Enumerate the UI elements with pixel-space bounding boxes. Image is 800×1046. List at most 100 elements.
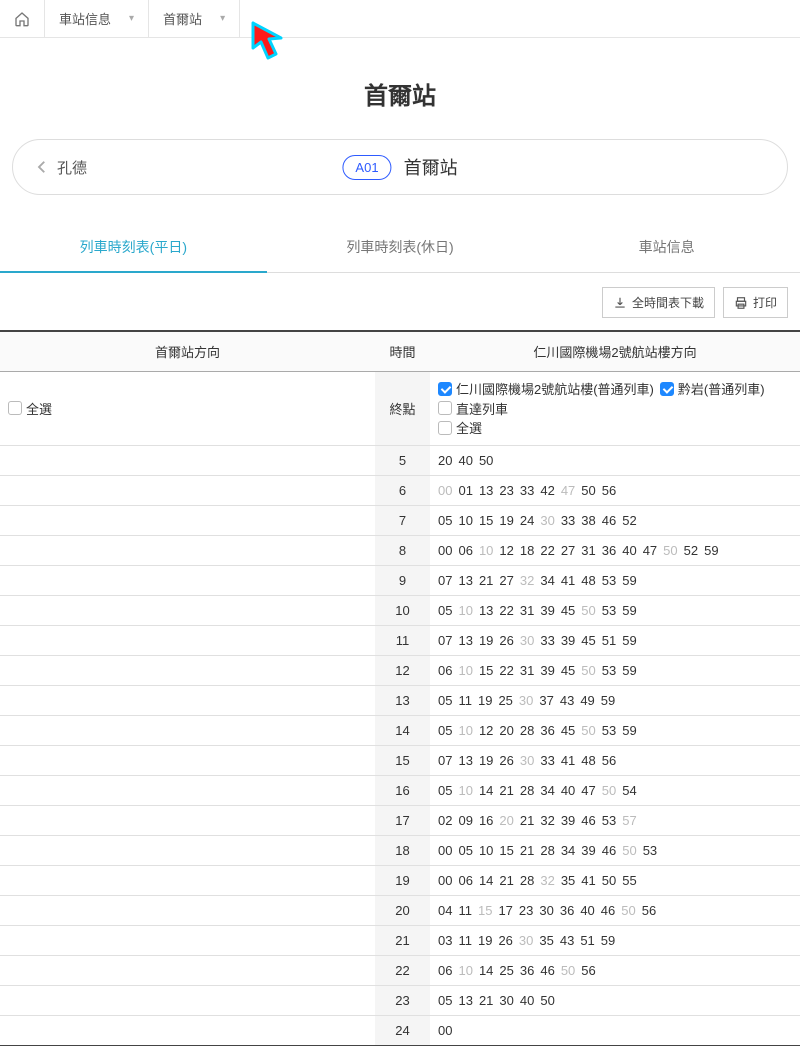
minute-value: 34 — [561, 843, 575, 858]
minute-value: 46 — [540, 963, 554, 978]
minute-value: 46 — [601, 903, 615, 918]
minute-value: 13 — [458, 753, 472, 768]
minute-value: 19 — [478, 693, 492, 708]
minute-value: 16 — [479, 813, 493, 828]
tab-bar: 列車時刻表(平日)列車時刻表(休日)車站信息 — [0, 223, 800, 273]
minute-value: 18 — [520, 543, 534, 558]
breadcrumb-1[interactable]: 車站信息 ▾ — [45, 0, 149, 37]
minute-value: 39 — [561, 633, 575, 648]
minute-value: 56 — [602, 753, 616, 768]
select-all-left[interactable]: 全選 — [8, 399, 52, 418]
minute-value: 50 — [581, 483, 595, 498]
minute-value: 00 — [438, 873, 452, 888]
minute-value: 10 — [479, 543, 493, 558]
print-label: 打印 — [753, 294, 777, 311]
minute-value: 11 — [458, 693, 472, 708]
minute-value: 47 — [581, 783, 595, 798]
minute-value: 56 — [602, 483, 616, 498]
minute-value: 43 — [560, 693, 574, 708]
table-row: 21031119263035435159 — [0, 925, 800, 955]
minute-value: 36 — [520, 963, 534, 978]
minute-value: 37 — [539, 693, 553, 708]
minute-value: 59 — [622, 633, 636, 648]
minute-value: 25 — [499, 963, 513, 978]
minute-value: 35 — [561, 873, 575, 888]
filter-checkbox-0[interactable]: 仁川國際機場2號航站樓(普通列車) — [438, 379, 654, 398]
hour-cell: 7 — [375, 505, 430, 535]
minute-value: 34 — [540, 783, 554, 798]
table-row: 1206101522313945505359 — [0, 655, 800, 685]
minute-value: 32 — [540, 813, 554, 828]
minute-value: 38 — [581, 513, 595, 528]
table-row: 1005101322313945505359 — [0, 595, 800, 625]
minute-value: 21 — [520, 813, 534, 828]
table-row: 1900061421283235415055 — [0, 865, 800, 895]
prev-station-link[interactable]: 孔德 — [33, 157, 87, 178]
filter-checkbox-1[interactable]: 黔岩(普通列車) — [660, 379, 765, 398]
minute-value: 59 — [601, 933, 615, 948]
hour-cell: 22 — [375, 955, 430, 985]
tab-2[interactable]: 車站信息 — [533, 223, 800, 273]
minute-value: 59 — [622, 663, 636, 678]
filter-checkbox-2[interactable]: 直達列車 — [438, 399, 508, 418]
chevron-down-icon: ▾ — [220, 13, 225, 24]
minute-value: 50 — [581, 603, 595, 618]
minute-value: 07 — [438, 753, 452, 768]
minute-value: 12 — [479, 723, 493, 738]
minute-value: 27 — [561, 543, 575, 558]
minute-value: 19 — [479, 633, 493, 648]
minute-value: 56 — [642, 903, 656, 918]
minute-value: 46 — [602, 513, 616, 528]
minute-value: 07 — [438, 633, 452, 648]
minute-value: 31 — [520, 663, 534, 678]
minute-value: 39 — [581, 843, 595, 858]
table-row: 1702091620213239465357 — [0, 805, 800, 835]
minute-value: 00 — [438, 483, 452, 498]
hour-cell: 15 — [375, 745, 430, 775]
tab-1[interactable]: 列車時刻表(休日) — [267, 223, 534, 273]
tab-0[interactable]: 列車時刻表(平日) — [0, 223, 267, 273]
minute-value: 50 — [479, 453, 493, 468]
minute-value: 20 — [438, 453, 452, 468]
minute-value: 15 — [479, 663, 493, 678]
minute-value: 05 — [438, 783, 452, 798]
minute-value: 30 — [539, 903, 553, 918]
minute-value: 07 — [438, 573, 452, 588]
hour-cell: 12 — [375, 655, 430, 685]
minute-value: 05 — [438, 723, 452, 738]
minute-value: 19 — [479, 753, 493, 768]
minute-value: 45 — [561, 723, 575, 738]
minute-value: 43 — [560, 933, 574, 948]
minute-value: 52 — [684, 543, 698, 558]
print-button[interactable]: 打印 — [723, 287, 788, 318]
prev-station-label: 孔德 — [57, 157, 87, 178]
minute-value: 51 — [580, 933, 594, 948]
minute-value: 33 — [561, 513, 575, 528]
minute-value: 14 — [479, 873, 493, 888]
minute-value: 30 — [520, 753, 534, 768]
table-row: 5204050 — [0, 445, 800, 475]
filter-checkbox-3[interactable]: 全選 — [438, 418, 482, 437]
minute-value: 35 — [539, 933, 553, 948]
minute-value: 10 — [458, 783, 472, 798]
table-row: 1405101220283645505359 — [0, 715, 800, 745]
home-link[interactable] — [0, 0, 45, 37]
minute-value: 50 — [602, 873, 616, 888]
minute-value: 31 — [581, 543, 595, 558]
breadcrumb-2[interactable]: 首爾站 ▾ — [149, 0, 240, 37]
minute-value: 10 — [458, 963, 472, 978]
table-row: 180005101521283439465053 — [0, 835, 800, 865]
minute-value: 26 — [498, 933, 512, 948]
minute-value: 19 — [478, 933, 492, 948]
minute-value: 13 — [458, 633, 472, 648]
minute-value: 30 — [519, 933, 533, 948]
minute-value: 20 — [499, 723, 513, 738]
minute-value: 14 — [479, 783, 493, 798]
minute-value: 13 — [458, 573, 472, 588]
minute-value: 41 — [561, 753, 575, 768]
download-button[interactable]: 全時間表下載 — [602, 287, 715, 318]
minute-value: 06 — [438, 663, 452, 678]
header-right: 仁川國際機場2號航站樓方向 — [430, 331, 800, 372]
minute-value: 00 — [438, 543, 452, 558]
minute-value: 21 — [479, 993, 493, 1008]
